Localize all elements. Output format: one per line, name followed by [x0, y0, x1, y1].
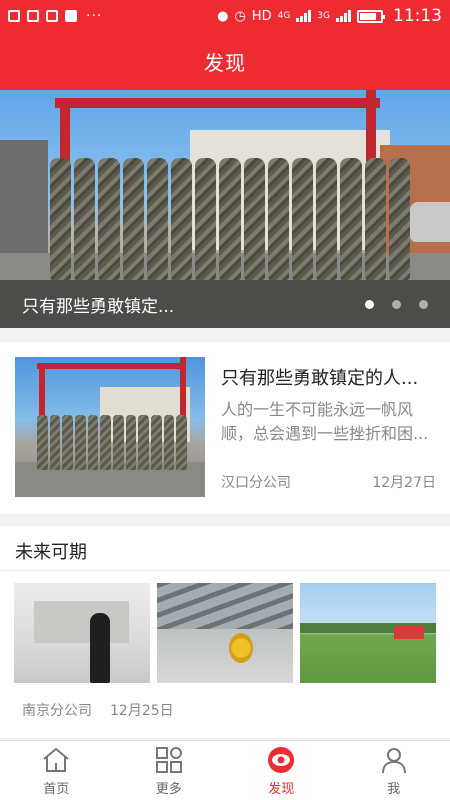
tab-more[interactable]: 更多: [113, 741, 226, 800]
alarm-icon: ◷: [234, 8, 246, 24]
clock: 11:13: [393, 6, 442, 26]
tab-home[interactable]: 首页: [0, 741, 113, 800]
tab-me-label: 我: [387, 781, 401, 797]
title-bar: 发现: [0, 32, 450, 90]
status-bar: ··· ● ◷ HD 4G 3G 11:13: [0, 0, 450, 32]
bottom-tab-bar: 首页 更多 发现 我: [0, 740, 450, 800]
battery-icon: [357, 9, 385, 23]
gallery-image-2[interactable]: [157, 583, 293, 683]
image-icon: [46, 10, 58, 22]
location-icon: ●: [217, 8, 229, 24]
gallery-image-1[interactable]: [14, 583, 150, 683]
tab-discover[interactable]: 发现: [225, 741, 338, 800]
banner-caption: 只有那些勇敢镇定...: [22, 296, 175, 317]
gallery-image-3[interactable]: [300, 583, 436, 683]
page-title: 发现: [204, 50, 246, 75]
tab-discover-label: 发现: [268, 781, 295, 797]
carousel-indicator[interactable]: [365, 299, 428, 309]
section-divider: [0, 570, 450, 571]
banner-caption-bar: 只有那些勇敢镇定...: [0, 280, 450, 328]
banner-image-soldiers: [50, 158, 411, 280]
tab-me[interactable]: 我: [338, 741, 450, 800]
tab-more-label: 更多: [155, 781, 182, 797]
carousel-dot-3[interactable]: [419, 299, 428, 309]
signal-2-icon: [336, 10, 351, 22]
eye-icon: [268, 746, 295, 773]
article-thumbnail: [15, 357, 205, 497]
gallery-images[interactable]: [14, 583, 436, 683]
article-source: 汉口分公司: [221, 475, 291, 491]
section-title: 未来可期: [15, 542, 87, 563]
carousel-dot-2[interactable]: [392, 299, 401, 309]
carousel-dot-1[interactable]: [365, 299, 374, 309]
article-summary: 人的一生不可能永远一帆风顺，总会遇到一些挫折和困...: [221, 400, 429, 443]
app-icon: [65, 10, 77, 22]
section-source: 南京分公司: [22, 703, 92, 719]
signal-2-label: 3G: [317, 11, 330, 21]
network-label: HD: [251, 8, 272, 24]
banner-carousel[interactable]: 只有那些勇敢镇定...: [0, 90, 450, 328]
gallery-card[interactable]: 未来可期 南京分公司 12月25日: [0, 526, 450, 738]
signal-1-label: 4G: [277, 11, 291, 21]
article-card[interactable]: 只有那些勇敢镇定的人... 人的一生不可能永远一帆风顺，总会遇到一些挫折和困..…: [0, 342, 450, 514]
signal-1-icon: [296, 10, 312, 22]
tab-home-label: 首页: [43, 781, 70, 797]
home-icon: [43, 747, 69, 772]
person-icon: [381, 747, 406, 773]
grid-icon: [155, 746, 182, 773]
notification-icon: [8, 10, 20, 22]
article-date: 12月27日: [372, 475, 436, 491]
more-notifications-icon: ···: [86, 8, 103, 24]
section-date: 12月25日: [110, 703, 174, 719]
article-title[interactable]: 只有那些勇敢镇定的人...: [221, 364, 436, 390]
message-icon: [27, 10, 39, 22]
